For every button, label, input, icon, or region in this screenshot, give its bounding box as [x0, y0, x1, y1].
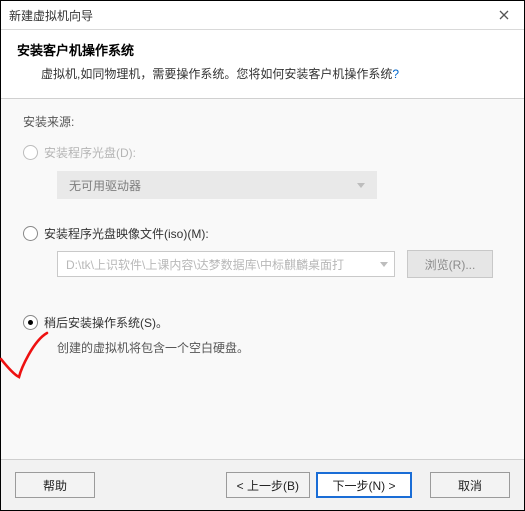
option-iso[interactable]: 安装程序光盘映像文件(iso)(M): D:\tk\上识软件\上课内容\达梦数据… [23, 225, 502, 278]
radio-later[interactable] [23, 315, 38, 330]
help-button-label: 帮助 [43, 477, 67, 494]
close-button[interactable] [484, 1, 524, 29]
header-subtitle-q: ? [392, 67, 399, 81]
cancel-button-label: 取消 [458, 477, 482, 494]
body: 安装来源: 安装程序光盘(D): 无可用驱动器 安装程序光盘映像文件(iso)(… [1, 99, 524, 459]
iso-path-text: D:\tk\上识软件\上课内容\达梦数据库\中标麒麟桌面打 [66, 256, 344, 273]
back-button[interactable]: < 上一步(B) [226, 472, 310, 498]
option-disc: 安装程序光盘(D): 无可用驱动器 [23, 144, 502, 199]
titlebar: 新建虚拟机向导 [1, 1, 524, 30]
cancel-button[interactable]: 取消 [430, 472, 510, 498]
radio-iso[interactable] [23, 226, 38, 241]
source-label: 安装来源: [23, 113, 502, 130]
help-button[interactable]: 帮助 [15, 472, 95, 498]
browse-button[interactable]: 浏览(R)... [407, 250, 493, 278]
next-button-label: 下一步(N) > [332, 477, 395, 494]
next-button[interactable]: 下一步(N) > [316, 472, 412, 498]
option-iso-label: 安装程序光盘映像文件(iso)(M): [44, 225, 209, 242]
drive-dropdown-text: 无可用驱动器 [69, 177, 141, 194]
back-button-label: < 上一步(B) [237, 477, 299, 494]
option-disc-label: 安装程序光盘(D): [44, 144, 136, 161]
browse-button-label: 浏览(R)... [425, 256, 476, 273]
option-later[interactable]: 稍后安装操作系统(S)。 创建的虚拟机将包含一个空白硬盘。 [23, 314, 502, 356]
header-subtitle-text: 虚拟机,如同物理机，需要操作系统。您将如何安装客户机操作系统 [41, 67, 392, 81]
wizard-window: 新建虚拟机向导 安装客户机操作系统 虚拟机,如同物理机，需要操作系统。您将如何安… [0, 0, 525, 511]
header-subtitle: 虚拟机,如同物理机，需要操作系统。您将如何安装客户机操作系统? [41, 65, 508, 82]
header-title: 安装客户机操作系统 [17, 40, 508, 59]
option-later-desc: 创建的虚拟机将包含一个空白硬盘。 [57, 339, 502, 356]
footer: 帮助 < 上一步(B) 下一步(N) > 取消 [1, 459, 524, 510]
iso-path-input[interactable]: D:\tk\上识软件\上课内容\达梦数据库\中标麒麟桌面打 [57, 251, 395, 277]
header: 安装客户机操作系统 虚拟机,如同物理机，需要操作系统。您将如何安装客户机操作系统… [1, 30, 524, 99]
window-title: 新建虚拟机向导 [9, 7, 93, 24]
close-icon [499, 10, 509, 20]
radio-disc [23, 145, 38, 160]
drive-dropdown: 无可用驱动器 [57, 171, 377, 199]
option-later-label: 稍后安装操作系统(S)。 [44, 314, 168, 331]
